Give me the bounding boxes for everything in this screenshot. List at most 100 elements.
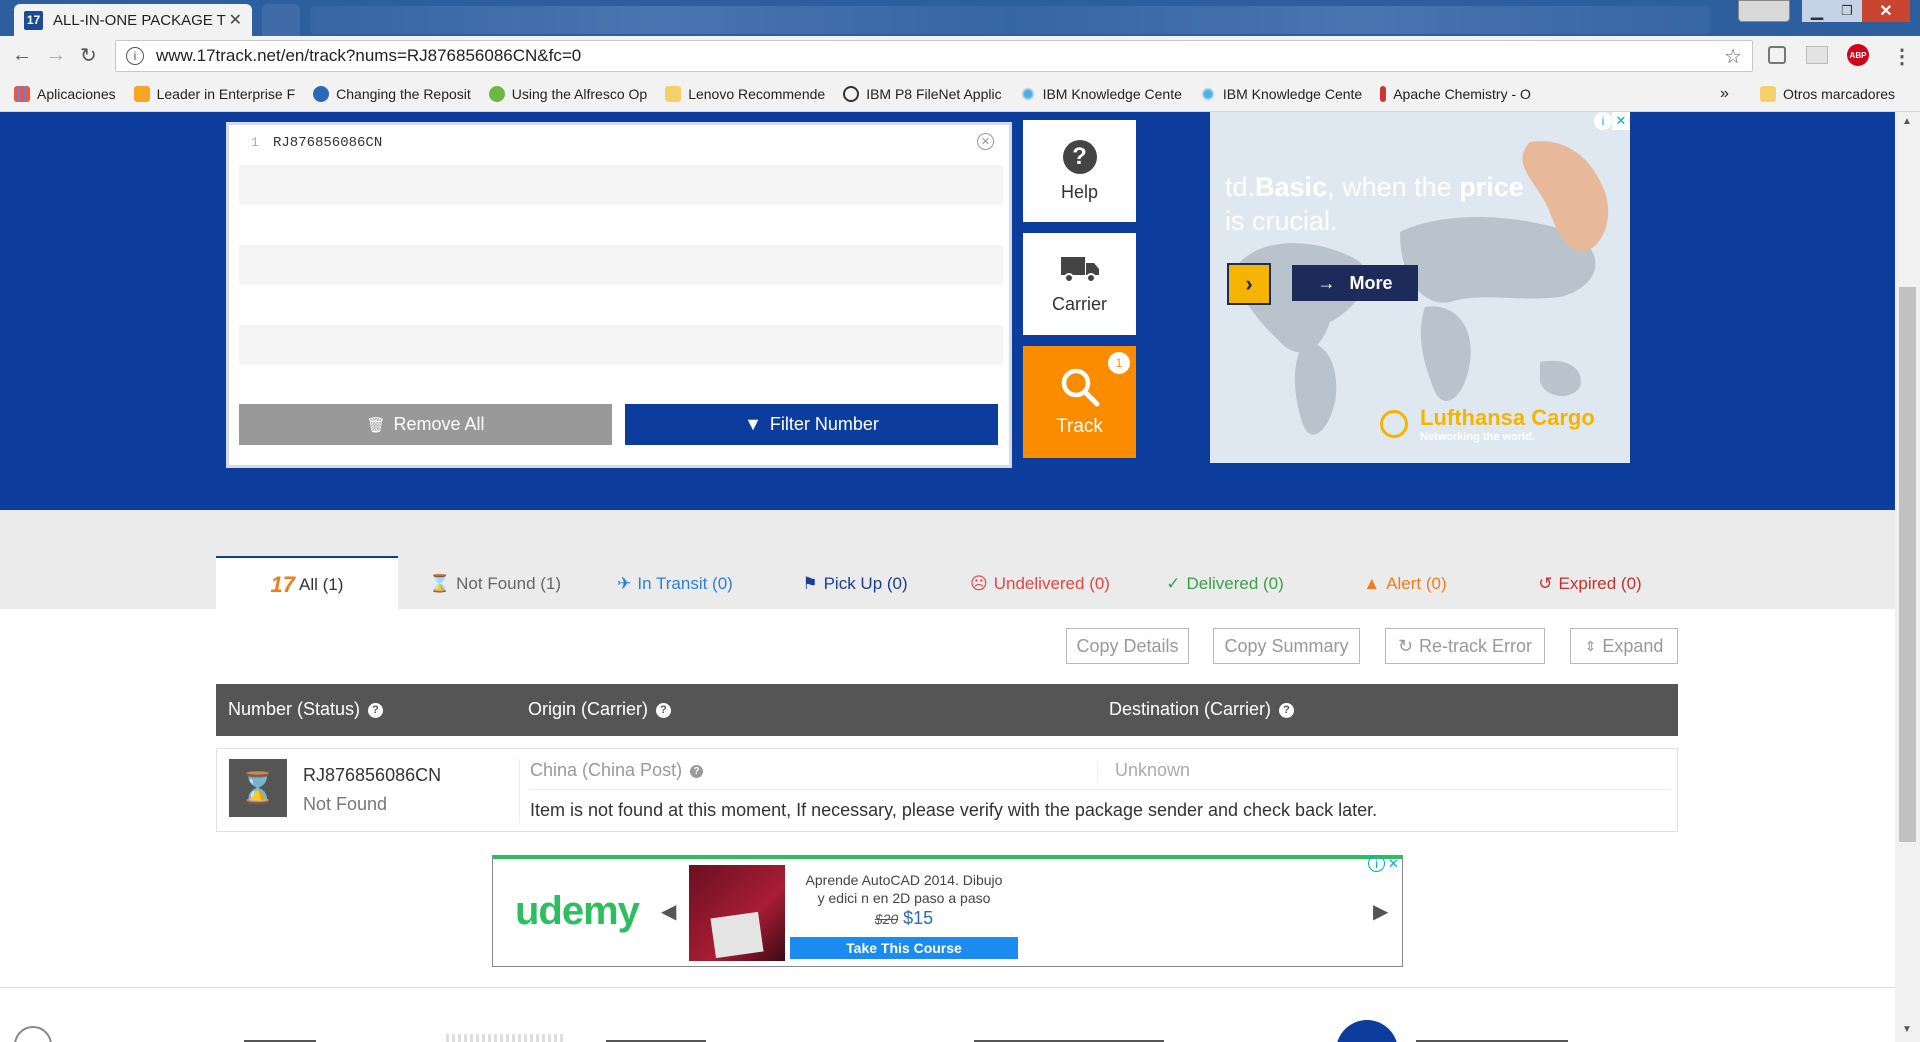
ad-close-icon[interactable]: ✕ [1385,855,1402,872]
tab-close-icon[interactable]: ✕ [229,10,242,30]
tracking-number[interactable]: RJ876856086CN [303,765,441,786]
tab-pick-up[interactable]: ⚑ Pick Up (0) [770,556,940,611]
tab-alert[interactable]: ▲ Alert (0) [1320,556,1490,611]
scroll-thumb[interactable] [1899,287,1916,842]
remove-all-button[interactable]: 🗑 Remove All [239,404,612,445]
take-course-button[interactable]: Take This Course [790,937,1018,959]
tab-in-transit[interactable]: ✈ In Transit (0) [590,556,760,611]
bookmark-star-icon[interactable]: ☆ [1724,44,1742,69]
thumbnail-drawing-icon [710,911,764,959]
close-window-icon[interactable]: ✕ [1862,0,1910,22]
browser-tab-active[interactable]: 17 ALL-IN-ONE PACKAGE T ✕ [14,4,252,36]
help-icon[interactable]: ? [690,764,704,778]
info-icon[interactable]: i [126,47,144,65]
other-bookmarks[interactable]: Otros marcadores [1760,85,1895,102]
retrack-error-button[interactable]: ↻ Re-track Error [1385,628,1545,664]
bookmark-item[interactable]: Changing the Reposit [313,85,471,102]
forward-icon[interactable]: → [46,44,66,67]
tab-not-found[interactable]: ⌛ Not Found (1) [410,556,580,611]
track-button[interactable]: Track 1 [1023,346,1136,458]
tab-expired[interactable]: ↺ Expired (0) [1500,556,1680,611]
input-line [239,245,1003,285]
help-button[interactable]: ? Help [1023,120,1136,222]
folder-icon [665,85,682,102]
tracking-hero: 1 RJ876856086CN ✕ 🗑 Remove All ▼ Filter … [0,112,1895,510]
table-row[interactable]: ⌛ RJ876856086CN Not Found China (China P… [216,748,1678,832]
bookmark-item[interactable]: IBM Knowledge Cente [1019,85,1182,102]
tracking-number-input[interactable]: 1 RJ876856086CN ✕ 🗑 Remove All ▼ Filter … [226,122,1012,468]
apps-grid-icon [14,85,30,102]
tracking-number-text[interactable]: RJ876856086CN [273,135,382,151]
vertical-scrollbar[interactable]: ▲ ▼ [1895,112,1920,1042]
bookmark-item[interactable]: Using the Alfresco Op [488,85,647,102]
tab-all[interactable]: 17 All (1) [216,556,398,611]
new-price: $15 [903,908,934,928]
minimize-icon[interactable]: ▁ [1802,0,1832,22]
check-icon: ✓ [1166,573,1181,593]
udemy-logo: udemy [515,889,640,933]
tab-title: ALL-IN-ONE PACKAGE T [53,11,226,29]
bookmarks-bar: Aplicaciones Leader in Enterprise F Chan… [0,76,1920,112]
browser-tab-new[interactable] [262,4,300,36]
scroll-down-icon[interactable]: ▼ [1902,1024,1912,1035]
bookmarks-overflow-icon[interactable]: » [1720,85,1729,103]
tab-label: Undelivered (0) [993,573,1110,593]
course-title-line: Aprende AutoCAD 2014. Dibujo [805,872,1003,888]
ibm-knowledge-icon [1019,85,1036,102]
filter-icon: ▼ [744,414,762,434]
ad-info-icon[interactable]: i [1594,112,1612,130]
extension-icon[interactable] [1768,46,1786,64]
back-icon[interactable]: ← [12,44,32,67]
ad-info-close[interactable]: i ✕ [1594,112,1630,130]
advertisement-lufthansa[interactable]: i ✕ td.Basic, when the price is crucial.… [1210,112,1630,463]
url-text: www.17track.net/en/track?nums=RJ87685608… [156,46,582,65]
scroll-up-icon[interactable]: ▲ [1902,116,1912,127]
ad-more-label: More [1349,272,1393,293]
bookmark-item[interactable]: Lenovo Recommende [665,85,825,102]
adblock-icon[interactable]: ABP [1847,44,1869,66]
ad-info-close[interactable]: i ✕ [1368,855,1402,872]
extension-2-icon[interactable] [1806,46,1828,64]
help-icon[interactable]: ? [656,702,672,718]
advertisement-udemy[interactable]: udemy ◀ Aprende AutoCAD 2014. Dibujo y e… [492,855,1403,967]
ad-info-icon[interactable]: i [1368,855,1385,872]
results-table-header: Number (Status)? Origin (Carrier)? Desti… [216,684,1678,736]
expand-button[interactable]: ⇕ Expand [1570,628,1678,664]
address-bar[interactable]: i www.17track.net/en/track?nums=RJ876856… [115,40,1753,72]
help-icon[interactable]: ? [1279,702,1295,718]
button-label: Re-track Error [1419,635,1533,656]
bookmark-item[interactable]: IBM P8 FileNet Applic [843,85,1002,102]
bookmark-label: Aplicaciones [37,85,116,102]
expand-arrows-icon: ⇕ [1584,637,1597,654]
bookmark-item[interactable]: IBM Knowledge Cente [1199,85,1363,102]
17track-favicon-icon: 17 [24,10,43,30]
carrier-button[interactable]: Carrier [1023,233,1136,335]
carousel-next-icon[interactable]: ▶ [1373,899,1388,924]
clear-line-icon[interactable]: ✕ [977,133,994,150]
window-controls: ▁ ❐ ✕ [1738,0,1910,22]
help-icon[interactable]: ? [368,702,384,718]
tab-undelivered[interactable]: ☹ Undelivered (0) [950,556,1130,611]
blurred-tabs [310,6,1710,34]
filter-number-button[interactable]: ▼ Filter Number [625,404,998,445]
reload-icon[interactable]: ↻ [80,43,97,68]
carousel-prev-icon[interactable]: ◀ [661,899,676,924]
bookmark-apps[interactable]: Aplicaciones [14,85,116,102]
footer-logo-left [14,1026,52,1042]
copy-details-button[interactable]: Copy Details [1066,628,1189,664]
alfresco-icon [488,85,505,102]
copy-summary-button[interactable]: Copy Summary [1213,628,1360,664]
maximize-icon[interactable]: ❐ [1832,0,1862,22]
bookmark-item[interactable]: Leader in Enterprise F [133,85,295,102]
ad-close-icon[interactable]: ✕ [1612,112,1630,130]
airplane-icon: ✈ [617,573,632,593]
bookmark-label: IBM Knowledge Cente [1222,85,1363,102]
profile-button[interactable] [1738,0,1790,22]
bookmark-item[interactable]: Apache Chemistry - O [1380,85,1531,102]
tab-delivered[interactable]: ✓ Delivered (0) [1140,556,1310,611]
ad-headline-part: td. [1225,172,1256,202]
ad-more-button[interactable]: → More [1292,265,1418,301]
menu-icon[interactable]: ⋮ [1892,44,1912,69]
ad-arrow-button[interactable]: › [1227,263,1271,305]
button-label: Help [1060,181,1099,202]
